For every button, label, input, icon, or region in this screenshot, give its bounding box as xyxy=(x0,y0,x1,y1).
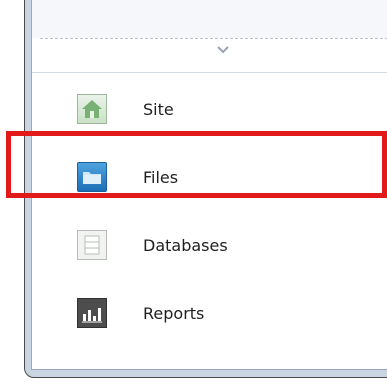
nav-item-label: Reports xyxy=(143,303,205,323)
nav-item-label: Databases xyxy=(143,235,228,255)
reports-chart-icon xyxy=(77,298,107,328)
top-pane xyxy=(32,0,387,38)
divider xyxy=(32,72,387,73)
site-home-icon xyxy=(77,94,107,124)
nav-item-reports[interactable]: Reports xyxy=(32,281,387,345)
database-icon xyxy=(77,230,107,260)
chevron-down-icon[interactable] xyxy=(216,43,230,57)
nav-item-databases[interactable]: Databases xyxy=(32,213,387,277)
pane-splitter[interactable] xyxy=(40,38,387,39)
selection-highlight xyxy=(6,131,387,198)
nav-item-label: Site xyxy=(143,99,174,119)
